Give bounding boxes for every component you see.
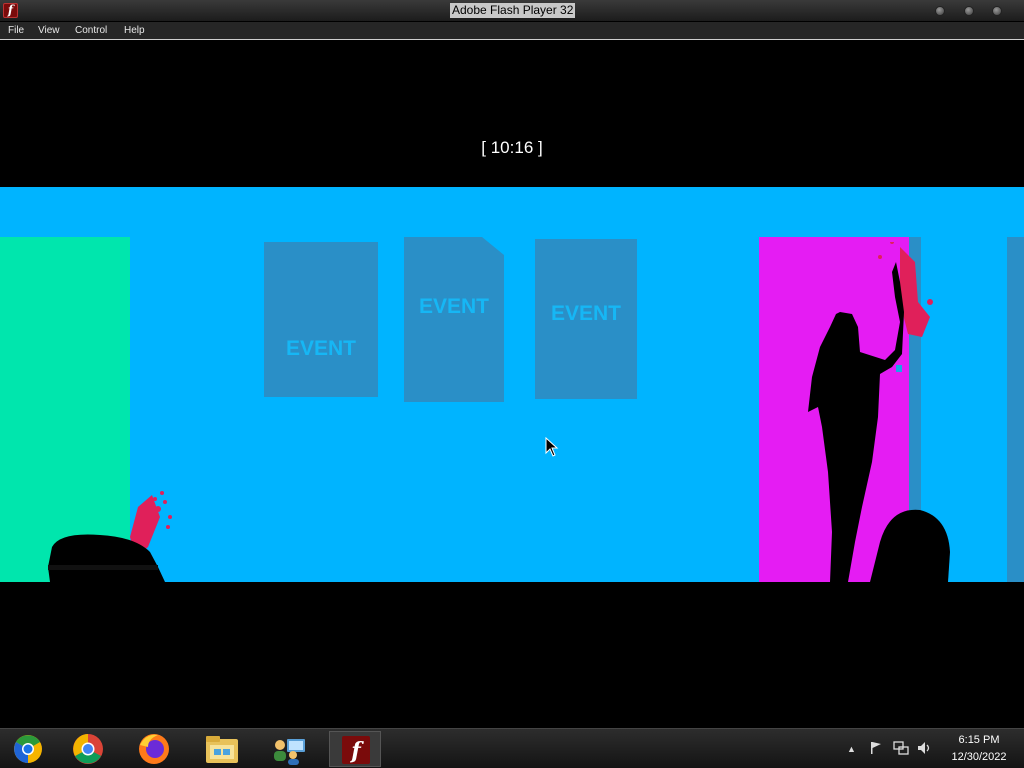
event-card: EVENT — [535, 239, 637, 399]
event-card-label: EVENT — [418, 295, 489, 318]
event-card-label: EVENT — [550, 302, 621, 325]
network-users-icon — [274, 739, 305, 765]
game-playfield[interactable]: EVENT EVENT EVENT — [0, 187, 1024, 582]
mouse-cursor-icon — [545, 437, 559, 457]
clock-time[interactable]: 6:15 PM — [940, 734, 1018, 746]
taskbar-network-users[interactable] — [263, 731, 315, 767]
event-card: EVENT — [264, 242, 378, 397]
taskbar-firefox[interactable] — [128, 731, 180, 767]
taskbar: f ▲ 6:15 PM 12/30/2022 — [0, 728, 1024, 768]
chrome-icon — [73, 734, 103, 764]
game-timer: [ 10:16 ] — [481, 138, 543, 157]
menu-view[interactable]: View — [38, 25, 60, 37]
left-silhouette-cover — [48, 491, 172, 582]
taskbar-chrome[interactable] — [62, 731, 114, 767]
event-card-folded — [404, 237, 504, 402]
taskbar-chrome-canary[interactable] — [2, 731, 54, 767]
flash-game-stage[interactable]: [ 10:16 ] EVENT EVENT EVENT — [0, 42, 1024, 728]
close-button[interactable] — [992, 6, 1002, 16]
firefox-icon — [139, 734, 169, 764]
window-title: Adobe Flash Player 32 — [450, 3, 576, 18]
maximize-button[interactable] — [964, 6, 974, 16]
taskbar-flash-player[interactable]: f — [329, 731, 381, 767]
event-card-label: EVENT — [285, 337, 356, 360]
network-icon[interactable] — [893, 741, 909, 755]
taskbar-file-explorer[interactable] — [196, 731, 248, 767]
menu-bar: File View Control Help — [0, 22, 1024, 40]
volume-icon[interactable] — [917, 741, 933, 755]
flash-app-icon[interactable]: f — [3, 3, 18, 18]
file-explorer-icon — [206, 736, 238, 763]
menu-help[interactable]: Help — [124, 25, 145, 37]
menu-file[interactable]: File — [8, 25, 24, 37]
action-center-flag-icon[interactable] — [869, 741, 883, 755]
soldier-silhouette-with-rifle — [808, 242, 950, 582]
flash-player-icon: f — [342, 736, 370, 764]
menu-control[interactable]: Control — [75, 25, 107, 37]
minimize-button[interactable] — [935, 6, 945, 16]
chrome-canary-icon — [14, 735, 42, 763]
clock-date[interactable]: 12/30/2022 — [940, 751, 1018, 763]
window-titlebar[interactable]: f Adobe Flash Player 32 — [0, 0, 1024, 22]
show-hidden-icons-icon[interactable]: ▲ — [847, 742, 856, 756]
right-edge-panel — [1007, 237, 1024, 582]
